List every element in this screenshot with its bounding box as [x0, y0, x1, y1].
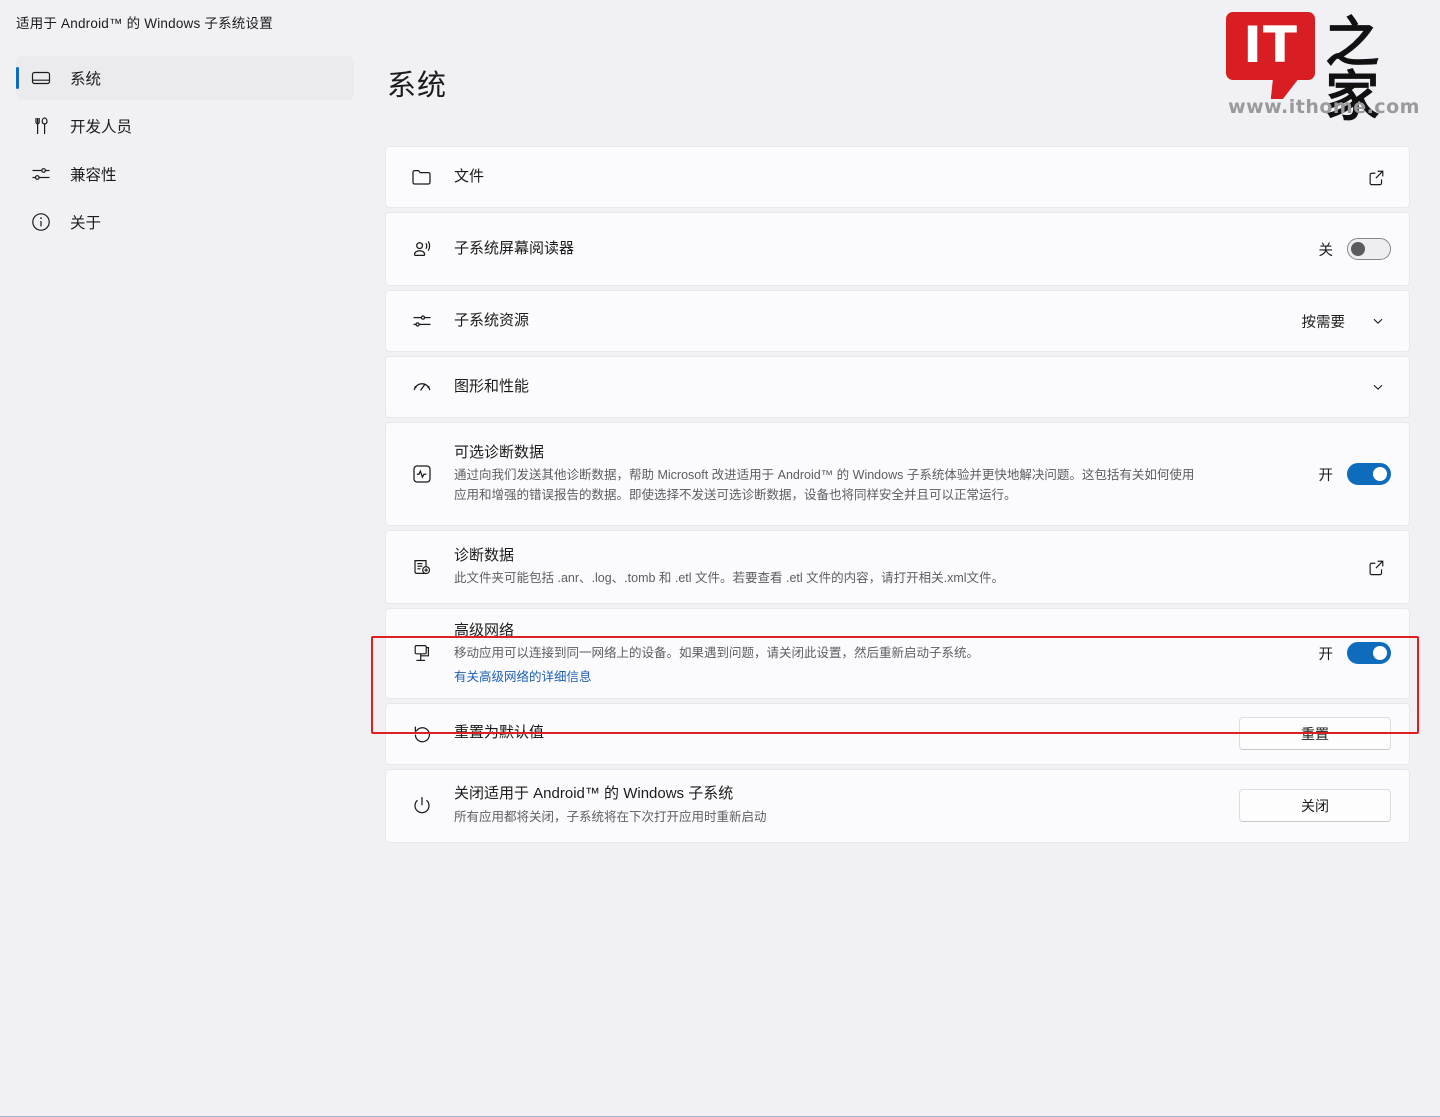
- setting-title: 重置为默认值: [454, 724, 545, 742]
- setting-text: 子系统资源: [454, 311, 1302, 331]
- setting-title: 高级网络: [454, 622, 515, 639]
- reset-button[interactable]: 重置: [1239, 717, 1391, 750]
- optional-diagnostic-data-toggle[interactable]: [1347, 463, 1391, 485]
- sidebar-item-system[interactable]: 系统: [16, 56, 354, 100]
- setting-control: 关: [1318, 238, 1391, 260]
- setting-control: 开: [1318, 642, 1391, 665]
- setting-row-graphics-performance[interactable]: 图形和性能: [385, 356, 1410, 418]
- developer-icon: [26, 115, 56, 137]
- setting-title: 关闭适用于 Android™ 的 Windows 子系统: [454, 785, 734, 803]
- advanced-networking-learn-more-link[interactable]: 有关高级网络的详细信息: [454, 666, 592, 685]
- sidebar-item-label: 开发人员: [70, 119, 133, 136]
- toggle-state-label: 开: [1318, 646, 1334, 663]
- setting-row-screen-reader[interactable]: 子系统屏幕阅读器 关: [385, 212, 1410, 286]
- setting-title: 子系统资源: [454, 311, 530, 329]
- setting-title: 诊断数据: [454, 546, 515, 564]
- page-title: 系统: [387, 70, 448, 102]
- toggle-state-label: 开: [1318, 467, 1334, 484]
- toggle-state-label: 关: [1318, 242, 1334, 259]
- setting-control: 关闭: [1239, 789, 1391, 822]
- app-shell: 系统 开发人员 兼容性 关于 系统 文件 子系统屏幕阅读器 关 子系统资源 按需…: [0, 44, 1440, 1116]
- setting-row-diagnostic-data[interactable]: 诊断数据 此文件夹可能包括 .anr、.log、.tomb 和 .etl 文件。…: [385, 530, 1410, 604]
- toggle-knob: [1373, 646, 1387, 661]
- external-link-icon[interactable]: [1361, 552, 1391, 582]
- setting-description: 移动应用可以连接到同一网络上的设备。如果遇到问题，请关闭此设置，然后重新启动子系…: [454, 646, 980, 661]
- setting-control: [1361, 552, 1391, 582]
- compatibility-icon: [26, 163, 56, 185]
- network-icon: [410, 641, 454, 665]
- external-link-icon[interactable]: [1361, 162, 1391, 192]
- setting-title: 文件: [454, 167, 485, 185]
- sidebar-item-compatibility[interactable]: 兼容性: [16, 152, 354, 196]
- power-icon: [410, 794, 454, 818]
- dropdown-value: 按需要: [1301, 314, 1346, 331]
- chevron-down-icon[interactable]: [1365, 308, 1391, 334]
- sidebar-item-developer[interactable]: 开发人员: [16, 104, 354, 148]
- sidebar-item-label: 兼容性: [70, 167, 117, 184]
- undo-icon: [410, 722, 454, 746]
- setting-control: 开: [1318, 463, 1391, 485]
- setting-control: [1361, 162, 1391, 192]
- setting-control: 按需要: [1302, 308, 1392, 334]
- setting-text: 重置为默认值: [454, 723, 1239, 743]
- setting-row-optional-diagnostic-data[interactable]: 可选诊断数据 通过向我们发送其他诊断数据，帮助 Microsoft 改进适用于 …: [385, 422, 1410, 526]
- setting-row-shutdown-subsystem[interactable]: 关闭适用于 Android™ 的 Windows 子系统 所有应用都将关闭，子系…: [385, 768, 1410, 843]
- about-icon: [26, 211, 56, 233]
- narrator-icon: [410, 237, 454, 261]
- chevron-down-icon[interactable]: [1365, 374, 1391, 400]
- setting-title: 可选诊断数据: [454, 443, 545, 461]
- advanced-networking-toggle[interactable]: [1347, 642, 1391, 665]
- setting-description: 所有应用都将关闭，子系统将在下次打开应用时重新启动: [454, 809, 767, 824]
- setting-text: 子系统屏幕阅读器: [454, 239, 1319, 259]
- setting-title: 子系统屏幕阅读器: [454, 239, 575, 257]
- toggle-knob: [1351, 242, 1365, 256]
- speedometer-icon: [410, 375, 454, 399]
- settings-list: 文件 子系统屏幕阅读器 关 子系统资源 按需要 图形和性能 可选诊断数据 通过向…: [385, 146, 1410, 843]
- system-icon: [26, 67, 56, 89]
- sidebar-item-label: 系统: [70, 71, 102, 88]
- screen-reader-toggle[interactable]: [1347, 238, 1391, 260]
- setting-control: 重置: [1239, 717, 1391, 750]
- setting-description: 通过向我们发送其他诊断数据，帮助 Microsoft 改进适用于 Android…: [454, 467, 1195, 503]
- setting-row-reset-defaults[interactable]: 重置为默认值 重置: [385, 702, 1410, 765]
- sidebar-item-label: 关于: [70, 215, 102, 232]
- setting-text: 可选诊断数据 通过向我们发送其他诊断数据，帮助 Microsoft 改进适用于 …: [454, 443, 1319, 506]
- setting-text: 诊断数据 此文件夹可能包括 .anr、.log、.tomb 和 .etl 文件。…: [454, 546, 1361, 589]
- setting-row-subsystem-resources[interactable]: 子系统资源 按需要: [385, 290, 1410, 352]
- sliders-icon: [410, 309, 454, 333]
- window-title: 适用于 Android™ 的 Windows 子系统设置: [16, 16, 273, 31]
- setting-text: 关闭适用于 Android™ 的 Windows 子系统 所有应用都将关闭，子系…: [454, 784, 1239, 827]
- folder-icon: [410, 165, 454, 189]
- diagnostic-file-icon: [410, 555, 454, 579]
- sidebar: 系统 开发人员 兼容性 关于: [0, 44, 370, 1116]
- setting-control: [1365, 374, 1391, 400]
- setting-row-files[interactable]: 文件: [385, 146, 1410, 208]
- setting-text: 文件: [454, 167, 1361, 187]
- setting-description: 此文件夹可能包括 .anr、.log、.tomb 和 .etl 文件。若要查看 …: [454, 571, 1005, 585]
- sidebar-item-about[interactable]: 关于: [16, 200, 354, 244]
- toggle-knob: [1373, 467, 1387, 481]
- title-bar: 适用于 Android™ 的 Windows 子系统设置: [0, 0, 1440, 44]
- pulse-icon: [410, 462, 454, 486]
- setting-text: 高级网络 移动应用可以连接到同一网络上的设备。如果遇到问题，请关闭此设置，然后重…: [454, 621, 1319, 686]
- shutdown-button[interactable]: 关闭: [1239, 789, 1391, 822]
- setting-text: 图形和性能: [454, 377, 1365, 397]
- setting-row-advanced-networking[interactable]: 高级网络 移动应用可以连接到同一网络上的设备。如果遇到问题，请关闭此设置，然后重…: [385, 608, 1410, 699]
- main-content: 系统 文件 子系统屏幕阅读器 关 子系统资源 按需要 图形和性能 可选诊断数据 …: [370, 44, 1440, 1116]
- setting-title: 图形和性能: [454, 377, 530, 395]
